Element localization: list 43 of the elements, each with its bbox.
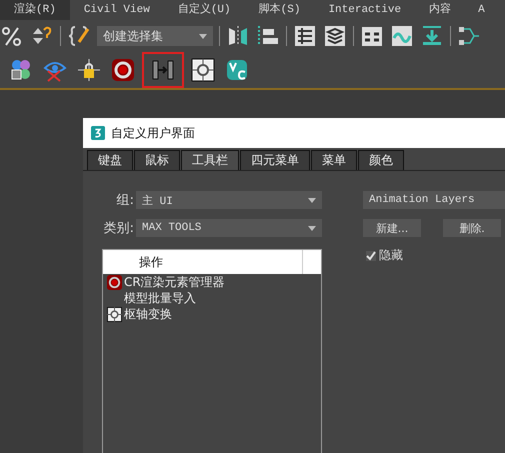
- layers-icon[interactable]: [323, 24, 347, 48]
- list-icon[interactable]: [293, 24, 317, 48]
- menu-item[interactable]: Civil View: [70, 0, 164, 20]
- category-label: 类别:: [104, 220, 134, 237]
- arrow-between-bars-icon[interactable]: [151, 58, 175, 82]
- menu-item[interactable]: Interactive: [314, 0, 416, 20]
- dropdown-arrow-icon[interactable]: [199, 34, 207, 38]
- action-item[interactable]: 枢轴变换: [124, 306, 172, 322]
- pivot-icon: [107, 306, 122, 322]
- group-label: 组:: [116, 192, 134, 209]
- tab[interactable]: 四元菜单: [240, 150, 310, 170]
- named-selection-icon[interactable]: [67, 24, 91, 48]
- download-icon[interactable]: [420, 24, 444, 48]
- window-title: 自定义用户界面: [111, 124, 195, 142]
- tab[interactable]: 键盘: [87, 150, 133, 170]
- action-item[interactable]: CR渲染元素管理器: [124, 274, 225, 290]
- group-dropdown[interactable]: 主 UI: [136, 191, 322, 209]
- mirror-icon[interactable]: [226, 24, 250, 48]
- grid-icon[interactable]: [360, 24, 384, 48]
- tab[interactable]: 工具栏: [181, 150, 239, 170]
- render-icon: [107, 274, 122, 290]
- schematic-icon[interactable]: [457, 24, 481, 48]
- menu-item[interactable]: 自定义(U): [164, 0, 245, 20]
- percent-snap-icon[interactable]: [0, 24, 24, 48]
- dropdown-arrow-icon[interactable]: [308, 198, 316, 202]
- checkbox[interactable]: [366, 250, 376, 260]
- checkbox-label: 隐藏: [379, 247, 403, 264]
- menu-item[interactable]: 内容: [415, 0, 466, 20]
- menu-item[interactable]: 脚本(S): [244, 0, 314, 20]
- menu-item[interactable]: 渲染(R): [0, 0, 70, 20]
- dialog-button[interactable]: 新建...: [363, 219, 421, 237]
- selection-set-dropdown[interactable]: 创建选择集: [97, 26, 213, 46]
- category-dropdown[interactable]: MAX TOOLS: [136, 219, 322, 237]
- toolbar-dropdown[interactable]: Animation Layers: [363, 191, 505, 209]
- action-item[interactable]: 模型批量导入: [124, 290, 196, 306]
- tab[interactable]: 菜单: [311, 150, 357, 170]
- app-icon: [91, 126, 105, 140]
- dialog-button[interactable]: 删除.: [443, 219, 501, 237]
- tab[interactable]: 鼠标: [134, 150, 180, 170]
- dropdown-arrow-icon[interactable]: [308, 226, 316, 230]
- menu-item[interactable]: A: [465, 0, 485, 20]
- curve-editor-icon[interactable]: [390, 24, 414, 48]
- tab[interactable]: 颜色: [358, 150, 404, 170]
